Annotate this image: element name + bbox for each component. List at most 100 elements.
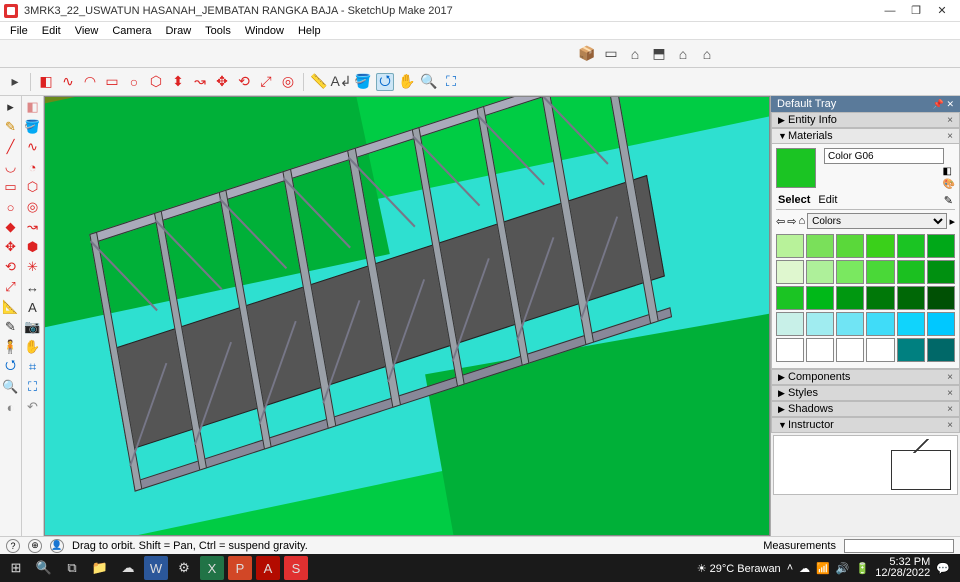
color-swatch[interactable] <box>776 312 804 336</box>
close-icon[interactable]: × <box>947 372 953 383</box>
fwd-icon[interactable]: ⇨ <box>787 215 796 228</box>
color-swatch[interactable] <box>897 312 925 336</box>
zoom2-icon[interactable]: 🔍 <box>2 378 20 396</box>
panel-instructor[interactable]: ▼ Instructor × <box>771 417 960 433</box>
powerpoint-icon[interactable]: P <box>228 556 252 580</box>
color-swatch[interactable] <box>897 234 925 258</box>
menu-view[interactable]: View <box>69 24 105 38</box>
color-swatch[interactable] <box>927 234 955 258</box>
clock[interactable]: 5:32 PM 12/28/2022 <box>875 557 930 579</box>
side-view-icon[interactable]: ⌂ <box>698 45 716 63</box>
freehand-tool-icon[interactable]: ∿ <box>59 73 77 91</box>
color-swatch[interactable] <box>776 286 804 310</box>
color-swatch[interactable] <box>927 312 955 336</box>
tab-edit[interactable]: Edit <box>818 194 837 207</box>
rectangle-tool-icon[interactable]: ▭ <box>103 73 121 91</box>
color-swatch[interactable] <box>897 286 925 310</box>
pdf-icon[interactable]: A <box>256 556 280 580</box>
wifi-icon[interactable]: 📶 <box>816 562 830 575</box>
color-swatch[interactable] <box>836 312 864 336</box>
color-swatch[interactable] <box>776 338 804 362</box>
menu-edit[interactable]: Edit <box>36 24 67 38</box>
start-icon[interactable]: ⊞ <box>4 556 28 580</box>
orbit-tool-icon[interactable]: ⭯ <box>376 73 394 91</box>
paint-tool-icon[interactable]: 🪣 <box>354 73 372 91</box>
circle-tool-icon[interactable]: ○ <box>125 73 143 91</box>
zoom-tool-icon[interactable]: 🔍 <box>420 73 438 91</box>
explorer-icon[interactable]: 📁 <box>88 556 112 580</box>
color-swatch[interactable] <box>836 260 864 284</box>
color-swatch[interactable] <box>866 312 894 336</box>
select-icon[interactable]: ▸ <box>2 98 20 116</box>
walk-icon[interactable]: 🧍 <box>2 338 20 356</box>
polygon2-icon[interactable]: ⬡ <box>24 178 42 196</box>
offset2-icon[interactable]: ◎ <box>24 198 42 216</box>
eraser2-icon[interactable]: ◧ <box>24 98 42 116</box>
color-swatch[interactable] <box>897 260 925 284</box>
color-swatch[interactable] <box>776 260 804 284</box>
collection-select[interactable]: Colors <box>807 213 947 229</box>
pushpull-tool-icon[interactable]: ⬍ <box>169 73 187 91</box>
pie-icon[interactable]: ◔ <box>24 158 42 176</box>
color-swatch[interactable] <box>806 234 834 258</box>
arc-tool-icon[interactable]: ◠ <box>81 73 99 91</box>
zoom-extents2-icon[interactable]: ⛶ <box>24 378 42 396</box>
text2-icon[interactable]: ✎ <box>2 318 20 336</box>
orbit2-icon[interactable]: ⭯ <box>2 358 20 376</box>
prev-view-icon[interactable]: ↶ <box>24 398 42 416</box>
scale-tool-icon[interactable]: ⤢ <box>257 73 275 91</box>
word-icon[interactable]: W <box>144 556 168 580</box>
make-component-icon[interactable]: ✎ <box>2 118 20 136</box>
tray-chevron-icon[interactable]: ˄ <box>787 562 793 574</box>
eraser-tool-icon[interactable]: ◧ <box>37 73 55 91</box>
panel-styles[interactable]: ▶ Styles × <box>771 385 960 401</box>
color-swatch[interactable] <box>806 260 834 284</box>
axes-icon[interactable]: ✳ <box>24 258 42 276</box>
iso-view-icon[interactable]: ⌂ <box>626 45 644 63</box>
outer-shell-icon[interactable]: ⬢ <box>24 238 42 256</box>
3dtext-icon[interactable]: A <box>24 298 42 316</box>
menu-window[interactable]: Window <box>239 24 290 38</box>
push-icon[interactable]: ◆ <box>2 218 20 236</box>
battery-icon[interactable]: 🔋 <box>856 562 870 575</box>
color-swatch[interactable] <box>806 312 834 336</box>
help-icon[interactable]: ? <box>6 539 20 553</box>
menu-draw[interactable]: Draw <box>159 24 197 38</box>
close-icon[interactable]: × <box>947 115 953 126</box>
weather-widget[interactable]: ☀ 29°C Berawan <box>697 562 781 575</box>
taskview-icon[interactable]: ⧉ <box>60 556 84 580</box>
color-swatch[interactable] <box>866 260 894 284</box>
notifications-icon[interactable]: 💬 <box>936 562 950 575</box>
color-swatch[interactable] <box>836 338 864 362</box>
panel-entity-info[interactable]: ▶ Entity Info × <box>771 112 960 128</box>
toggle-icon[interactable]: ◧ <box>943 166 955 177</box>
offset-tool-icon[interactable]: ◎ <box>279 73 297 91</box>
color-swatch[interactable] <box>927 338 955 362</box>
menu-file[interactable]: File <box>4 24 34 38</box>
settings-icon[interactable]: ⚙ <box>172 556 196 580</box>
person-icon[interactable]: 👤 <box>50 539 64 553</box>
sketchup-taskbar-icon[interactable]: S <box>284 556 308 580</box>
move2-icon[interactable]: ✥ <box>2 238 20 256</box>
minimize-button[interactable]: — <box>884 5 896 17</box>
eyedropper-icon[interactable]: ✎ <box>944 194 953 207</box>
pan2-icon[interactable]: ✋ <box>24 338 42 356</box>
close-icon[interactable]: × <box>947 131 953 142</box>
color-swatch[interactable] <box>866 234 894 258</box>
create-material-icon[interactable]: 🎨 <box>943 179 955 190</box>
tape-tool-icon[interactable]: 📏 <box>310 73 328 91</box>
panel-shadows[interactable]: ▶ Shadows × <box>771 401 960 417</box>
home-icon[interactable]: ⌂ <box>798 215 805 227</box>
close-icon[interactable]: × <box>947 420 953 431</box>
select-tool-icon[interactable]: ▸ <box>6 73 24 91</box>
geo-icon[interactable]: ⊕ <box>28 539 42 553</box>
text-tool-icon[interactable]: A↲ <box>332 73 350 91</box>
close-icon[interactable]: × <box>947 388 953 399</box>
color-swatch[interactable] <box>806 286 834 310</box>
close-button[interactable]: ✕ <box>936 5 948 17</box>
section-icon[interactable]: ◐ <box>2 398 20 416</box>
paint2-icon[interactable]: 🪣 <box>24 118 42 136</box>
material-name-input[interactable] <box>824 148 944 164</box>
followme2-icon[interactable]: ↝ <box>24 218 42 236</box>
close-icon[interactable]: × <box>947 404 953 415</box>
